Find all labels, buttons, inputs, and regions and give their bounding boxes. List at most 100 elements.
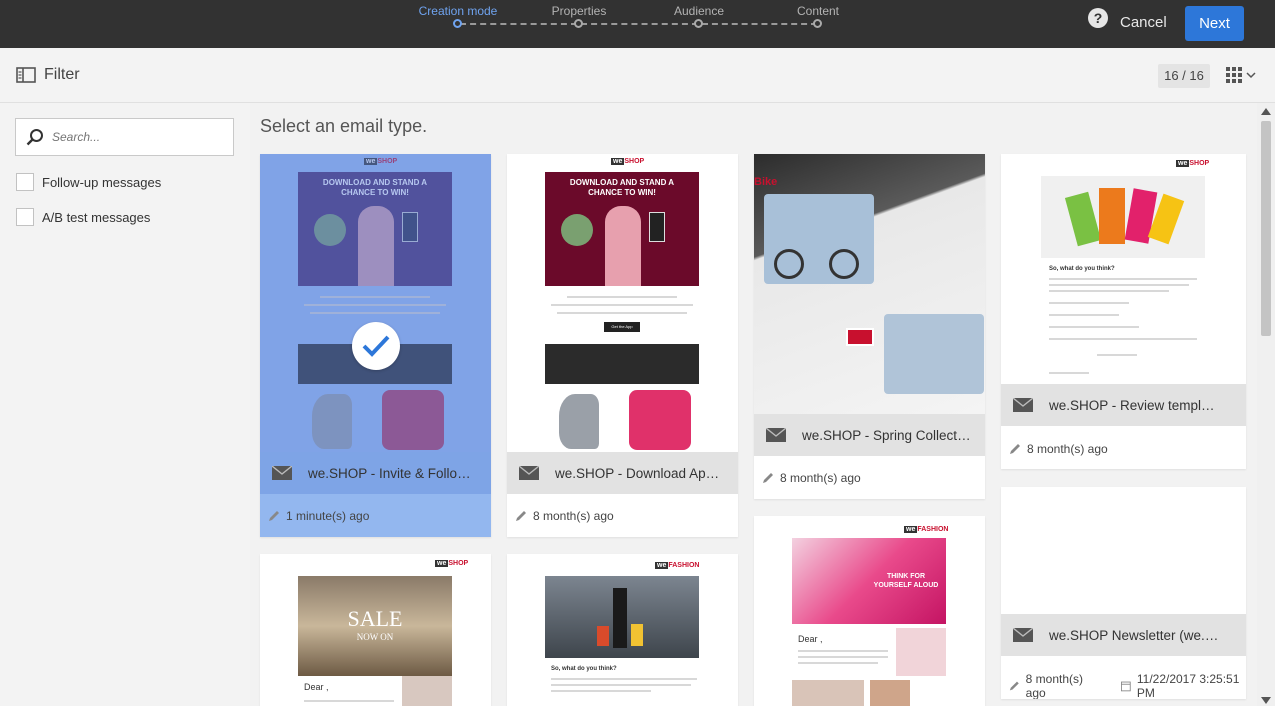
text-line bbox=[551, 304, 693, 306]
prize-phone bbox=[649, 212, 665, 242]
card-title-bar: we.SHOP Newsletter (we.SHO... bbox=[1001, 614, 1246, 656]
search-icon bbox=[26, 129, 43, 146]
side-image bbox=[402, 676, 452, 706]
fashion-hero: THINK FOR YOURSELF ALOUD bbox=[792, 538, 946, 624]
text-line bbox=[1049, 326, 1139, 328]
card-title-bar: we.SHOP - Spring Collectio... bbox=[754, 414, 985, 456]
view-switcher[interactable] bbox=[1226, 67, 1256, 83]
filter-panel-icon bbox=[16, 67, 36, 83]
text-line bbox=[1049, 284, 1189, 286]
greeting-text: Dear , bbox=[304, 682, 329, 692]
selection-overlay bbox=[260, 154, 491, 452]
hero-model bbox=[605, 206, 641, 286]
follow-up-checkbox[interactable] bbox=[16, 173, 34, 191]
created-date-text: 11/22/2017 3:25:51 PM bbox=[1136, 672, 1240, 699]
sneaker-image bbox=[559, 394, 599, 449]
template-card-sale[interactable]: we SHOP SALE NOW ON Dear , bbox=[260, 554, 491, 706]
get-app-button: Get the App bbox=[604, 322, 640, 332]
now-on-text: NOW ON bbox=[356, 632, 394, 642]
template-card-spring-collection[interactable]: Bike we.SHOP - Spring Collectio... 8 mon… bbox=[754, 154, 985, 499]
template-card-fashion-think[interactable]: we FASHION THINK FOR YOURSELF ALOUD Dear … bbox=[754, 516, 985, 706]
template-name: we.SHOP Newsletter (we.SHO... bbox=[1049, 627, 1219, 643]
text-line bbox=[557, 312, 687, 314]
template-thumbnail: we FASHION So, what do you think? bbox=[507, 554, 738, 706]
pencil-icon bbox=[269, 511, 279, 521]
next-button[interactable]: Next bbox=[1185, 6, 1244, 41]
template-name: we.SHOP - Review template (... bbox=[1049, 397, 1219, 413]
template-name: we.SHOP - Download App ... bbox=[555, 465, 725, 481]
cancel-button[interactable]: Cancel bbox=[1120, 14, 1167, 31]
card-title-bar: we.SHOP - Review template (... bbox=[1001, 384, 1246, 426]
hero-image bbox=[1041, 176, 1205, 258]
shirt-image bbox=[629, 390, 691, 450]
card-meta: 8 month(s) ago 11/22/2017 3:25:51 PM bbox=[1009, 672, 1246, 699]
filter-label: Filter bbox=[44, 66, 80, 83]
ab-test-checkbox[interactable] bbox=[16, 208, 34, 226]
step-properties[interactable]: Properties bbox=[534, 4, 624, 18]
step-creation-mode-dot[interactable] bbox=[453, 19, 462, 28]
brand-logo: we FASHION bbox=[655, 562, 700, 569]
template-thumbnail: Bike bbox=[754, 154, 985, 414]
search-input[interactable] bbox=[52, 130, 222, 144]
greeting-text: Dear , bbox=[798, 634, 823, 644]
step-connector bbox=[460, 23, 577, 25]
created-date: 11/22/2017 3:25:51 PM bbox=[1121, 672, 1246, 699]
text-line bbox=[551, 678, 697, 680]
scroll-down-icon[interactable] bbox=[1261, 697, 1271, 704]
template-card-review[interactable]: we SHOP So, what do you think? we.SHOP - … bbox=[1001, 154, 1246, 469]
step-content-dot[interactable] bbox=[813, 19, 822, 28]
grid-view-icon bbox=[1226, 67, 1242, 83]
modified-time: 1 minute(s) ago bbox=[286, 509, 370, 523]
hero-image: DOWNLOAD AND STAND A CHANCE TO WIN! bbox=[545, 172, 699, 286]
filter-sidebar: Follow-up messages A/B test messages bbox=[0, 103, 250, 706]
chevron-down-icon bbox=[1246, 72, 1256, 79]
template-card-newsletter[interactable]: we.SHOP Newsletter (we.SHO... 8 month(s)… bbox=[1001, 487, 1246, 699]
template-thumbnail: we SHOP So, what do you think? bbox=[1001, 154, 1246, 384]
scroll-up-icon[interactable] bbox=[1261, 108, 1271, 115]
question-icon[interactable]: ? bbox=[1088, 8, 1108, 28]
review-heading: So, what do you think? bbox=[551, 666, 617, 672]
search-box[interactable] bbox=[15, 118, 234, 156]
side-image bbox=[896, 628, 946, 676]
template-thumbnail: we SHOP DOWNLOAD AND STAND A CHANCE TO WI… bbox=[507, 154, 738, 452]
step-content[interactable]: Content bbox=[773, 4, 863, 18]
brand-logo: we SHOP bbox=[1176, 160, 1210, 167]
filter-follow-up[interactable]: Follow-up messages bbox=[16, 173, 161, 191]
filter-toggle[interactable]: Filter bbox=[16, 66, 80, 84]
review-heading: So, what do you think? bbox=[1049, 266, 1115, 272]
scrollbar[interactable] bbox=[1257, 103, 1275, 706]
card-meta: 8 month(s) ago bbox=[1009, 442, 1108, 456]
email-icon bbox=[1013, 628, 1033, 642]
template-card-invite[interactable]: we SHOP DOWNLOAD AND STAND A CHANCE TO WI… bbox=[260, 154, 491, 537]
follow-up-label: Follow-up messages bbox=[42, 174, 162, 190]
modified-time: 8 month(s) ago bbox=[1027, 442, 1108, 456]
email-icon bbox=[519, 466, 539, 480]
template-card-download-app[interactable]: we SHOP DOWNLOAD AND STAND A CHANCE TO WI… bbox=[507, 154, 738, 537]
bike-wheel bbox=[774, 249, 804, 279]
template-thumbnail: we FASHION THINK FOR YOURSELF ALOUD Dear … bbox=[754, 516, 985, 706]
text-line bbox=[798, 650, 888, 652]
template-thumbnail: we SHOP SALE NOW ON Dear , bbox=[260, 554, 491, 706]
promo-band bbox=[545, 344, 699, 384]
card-title-bar: we.SHOP - Invite & Follow ... bbox=[260, 452, 491, 494]
text-line bbox=[304, 700, 394, 702]
text-line bbox=[1049, 302, 1129, 304]
filter-ab-test[interactable]: A/B test messages bbox=[16, 208, 150, 226]
email-icon bbox=[766, 428, 786, 442]
modified-time: 8 month(s) ago bbox=[780, 471, 861, 485]
step-audience-dot[interactable] bbox=[694, 19, 703, 28]
step-audience[interactable]: Audience bbox=[654, 4, 744, 18]
bag-red bbox=[597, 626, 609, 646]
city-image bbox=[545, 576, 699, 658]
template-card-fashion-review[interactable]: we FASHION So, what do you think? bbox=[507, 554, 738, 706]
template-thumbnail: we SHOP DOWNLOAD AND STAND A CHANCE TO WI… bbox=[260, 154, 491, 452]
bag-orange bbox=[1099, 188, 1125, 244]
step-properties-dot[interactable] bbox=[574, 19, 583, 28]
flag-badge bbox=[846, 328, 874, 346]
bike-label: Bike bbox=[754, 176, 778, 188]
hero-headline: THINK FOR YOURSELF ALOUD bbox=[873, 573, 939, 589]
brand-logo: we FASHION bbox=[904, 526, 949, 533]
text-line bbox=[1049, 372, 1089, 374]
scrollbar-thumb[interactable] bbox=[1261, 121, 1271, 336]
step-creation-mode[interactable]: Creation mode bbox=[413, 4, 503, 18]
